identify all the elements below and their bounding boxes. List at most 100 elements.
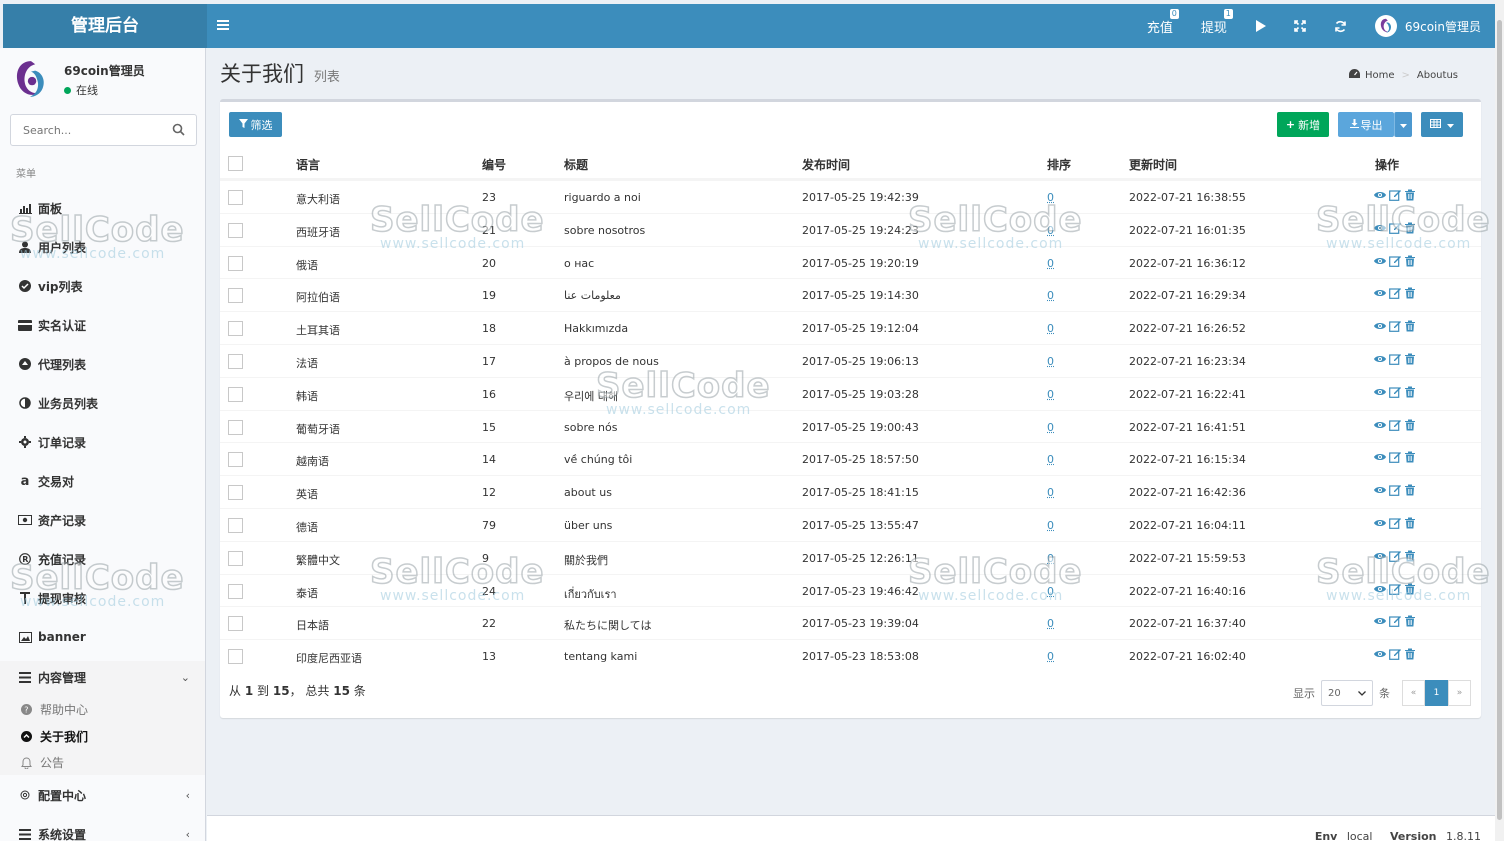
submenu-item-aboutus[interactable]: 关于我们 [20,728,88,745]
select-all-checkbox[interactable] [228,156,243,171]
view-icon[interactable] [1374,583,1386,595]
page-button-current[interactable]: 1 [1425,680,1448,706]
edit-icon[interactable] [1389,320,1401,332]
edit-icon[interactable] [1389,451,1401,463]
page-size-select[interactable]: 20 [1321,680,1373,706]
sidebar-item-system[interactable]: 系统设置 ‹ [0,819,206,841]
play-icon[interactable] [1241,20,1280,32]
edit-icon[interactable] [1389,550,1401,562]
row-checkbox[interactable] [228,584,243,599]
edit-icon[interactable] [1389,189,1401,201]
delete-icon[interactable] [1404,386,1416,398]
sidebar-item-orders[interactable]: 订单记录 [0,427,206,457]
row-checkbox[interactable] [228,354,243,369]
view-icon[interactable] [1374,550,1386,562]
prev-page-button[interactable]: « [1402,680,1425,706]
delete-icon[interactable] [1404,484,1416,496]
scrollbar-thumb[interactable] [1497,20,1502,820]
delete-icon[interactable] [1404,255,1416,267]
delete-icon[interactable] [1404,517,1416,529]
row-checkbox[interactable] [228,223,243,238]
view-icon[interactable] [1374,484,1386,496]
view-icon[interactable] [1374,287,1386,299]
view-icon[interactable] [1374,451,1386,463]
filter-button[interactable]: 筛选 [229,112,282,137]
edit-icon[interactable] [1389,484,1401,496]
cell-sort-editable[interactable]: 0 [1047,388,1054,401]
add-button[interactable]: + 新增 [1277,112,1329,137]
row-checkbox[interactable] [228,387,243,402]
edit-icon[interactable] [1389,648,1401,660]
app-logo[interactable]: 管理后台 [3,4,207,48]
row-checkbox[interactable] [228,190,243,205]
sidebar-item-dashboard[interactable]: 面板 [0,193,206,223]
sidebar-item-content[interactable]: 内容管理 ⌄ [0,661,206,693]
sidebar-item-recharges[interactable]: R 充值记录 [0,544,206,574]
cell-sort-editable[interactable]: 0 [1047,486,1054,499]
delete-icon[interactable] [1404,550,1416,562]
delete-icon[interactable] [1404,222,1416,234]
view-icon[interactable] [1374,222,1386,234]
user-menu[interactable]: 69coin管理员 [1361,15,1495,37]
cell-sort-editable[interactable]: 0 [1047,355,1054,368]
edit-icon[interactable] [1389,517,1401,529]
sidebar-item-config[interactable]: 配置中心 ‹ [0,780,206,810]
search-input[interactable] [11,115,161,145]
cell-sort-editable[interactable]: 0 [1047,617,1054,630]
cell-sort-editable[interactable]: 0 [1047,322,1054,335]
column-header-id[interactable]: 编号 [482,156,506,173]
edit-icon[interactable] [1389,287,1401,299]
edit-icon[interactable] [1389,353,1401,365]
edit-icon[interactable] [1389,386,1401,398]
row-checkbox[interactable] [228,256,243,271]
row-checkbox[interactable] [228,452,243,467]
row-checkbox[interactable] [228,616,243,631]
view-icon[interactable] [1374,517,1386,529]
sidebar-item-agents[interactable]: 代理列表 [0,349,206,379]
view-icon[interactable] [1374,353,1386,365]
breadcrumb-home[interactable]: Home [1365,70,1395,81]
delete-icon[interactable] [1404,320,1416,332]
sidebar-item-trading-pairs[interactable]: a 交易对 [0,466,206,496]
edit-icon[interactable] [1389,222,1401,234]
cell-sort-editable[interactable]: 0 [1047,191,1054,204]
view-icon[interactable] [1374,255,1386,267]
fullscreen-icon[interactable] [1280,20,1320,32]
submenu-item-help[interactable]: ? 帮助中心 [20,701,88,718]
withdraw-link[interactable]: 提现 1 [1187,17,1241,36]
page-scrollbar[interactable] [1495,0,1504,841]
row-checkbox[interactable] [228,420,243,435]
view-icon[interactable] [1374,419,1386,431]
delete-icon[interactable] [1404,583,1416,595]
delete-icon[interactable] [1404,648,1416,660]
sidebar-item-users[interactable]: 用户列表 [0,232,206,262]
view-icon[interactable] [1374,320,1386,332]
cell-sort-editable[interactable]: 0 [1047,552,1054,565]
refresh-icon[interactable] [1320,20,1361,33]
search-icon[interactable] [172,123,186,137]
cell-sort-editable[interactable]: 0 [1047,421,1054,434]
sidebar-item-assets[interactable]: 资产记录 [0,505,206,535]
cell-sort-editable[interactable]: 0 [1047,585,1054,598]
delete-icon[interactable] [1404,287,1416,299]
column-header-language[interactable]: 语言 [296,156,320,173]
row-checkbox[interactable] [228,288,243,303]
edit-icon[interactable] [1389,615,1401,627]
recharge-link[interactable]: 充值 0 [1133,17,1187,36]
view-icon[interactable] [1374,386,1386,398]
column-header-title[interactable]: 标题 [564,156,588,173]
delete-icon[interactable] [1404,353,1416,365]
cell-sort-editable[interactable]: 0 [1047,453,1054,466]
delete-icon[interactable] [1404,419,1416,431]
column-header-sort[interactable]: 排序 [1047,156,1071,173]
row-checkbox[interactable] [228,485,243,500]
sidebar-item-vip[interactable]: vip列表 [0,271,206,301]
delete-icon[interactable] [1404,189,1416,201]
export-button[interactable]: 导出 [1338,112,1394,137]
submenu-item-announcement[interactable]: 公告 [20,754,64,771]
edit-icon[interactable] [1389,255,1401,267]
columns-toggle-button[interactable] [1421,112,1463,137]
view-icon[interactable] [1374,615,1386,627]
cell-sort-editable[interactable]: 0 [1047,519,1054,532]
row-checkbox[interactable] [228,321,243,336]
